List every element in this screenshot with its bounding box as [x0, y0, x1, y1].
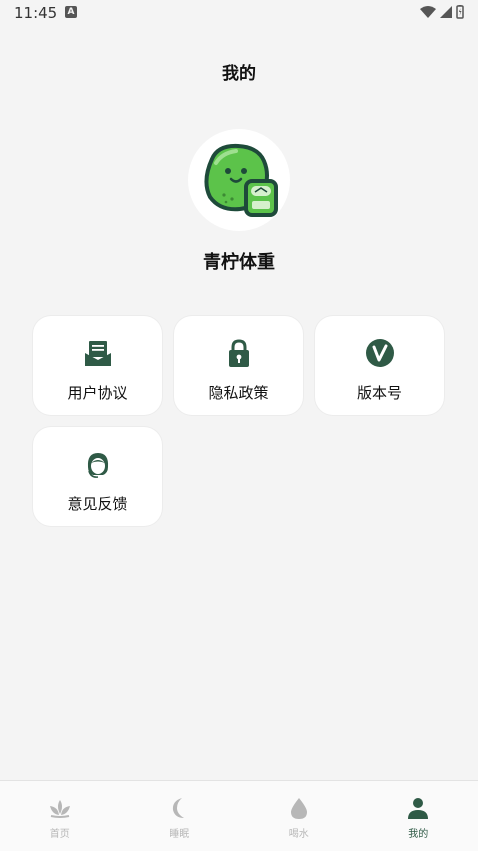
version-button[interactable]: 版本号 [315, 316, 444, 415]
nav-label: 我的 [359, 825, 478, 840]
nav-sleep[interactable]: 睡眠 [120, 781, 240, 851]
bottom-nav: 首页 睡眠 喝水 我的 [0, 780, 478, 851]
menu-label: 隐私政策 [174, 382, 303, 403]
document-icon [83, 338, 113, 368]
status-bar: 11:45 A [0, 0, 478, 26]
privacy-policy-button[interactable]: 隐私政策 [174, 316, 303, 415]
menu-label: 意见反馈 [33, 493, 162, 514]
nav-mine[interactable]: 我的 [359, 781, 478, 851]
menu-label: 用户协议 [33, 382, 162, 403]
nav-label: 睡眠 [120, 825, 240, 840]
status-time: 11:45 [14, 4, 57, 22]
page-title: 我的 [0, 59, 478, 84]
nav-label: 首页 [0, 825, 120, 840]
lime-mascot-icon [188, 129, 290, 231]
moon-icon [166, 795, 192, 821]
user-icon [405, 795, 431, 821]
signal-icon [440, 6, 452, 18]
nav-home[interactable]: 首页 [0, 781, 120, 851]
version-icon [365, 338, 395, 368]
app-logo [188, 129, 290, 231]
nav-label: 喝水 [239, 825, 359, 840]
battery-icon [456, 5, 464, 19]
feedback-button[interactable]: 意见反馈 [33, 427, 162, 526]
nav-water[interactable]: 喝水 [239, 781, 359, 851]
lotus-icon [47, 795, 73, 821]
water-drop-icon [286, 795, 312, 821]
wifi-icon [420, 6, 436, 18]
user-agreement-button[interactable]: 用户协议 [33, 316, 162, 415]
menu-label: 版本号 [315, 382, 444, 403]
app-name: 青柠体重 [0, 248, 478, 274]
notification-icon: A [65, 6, 77, 18]
lock-icon [224, 338, 254, 368]
support-icon [83, 449, 113, 479]
